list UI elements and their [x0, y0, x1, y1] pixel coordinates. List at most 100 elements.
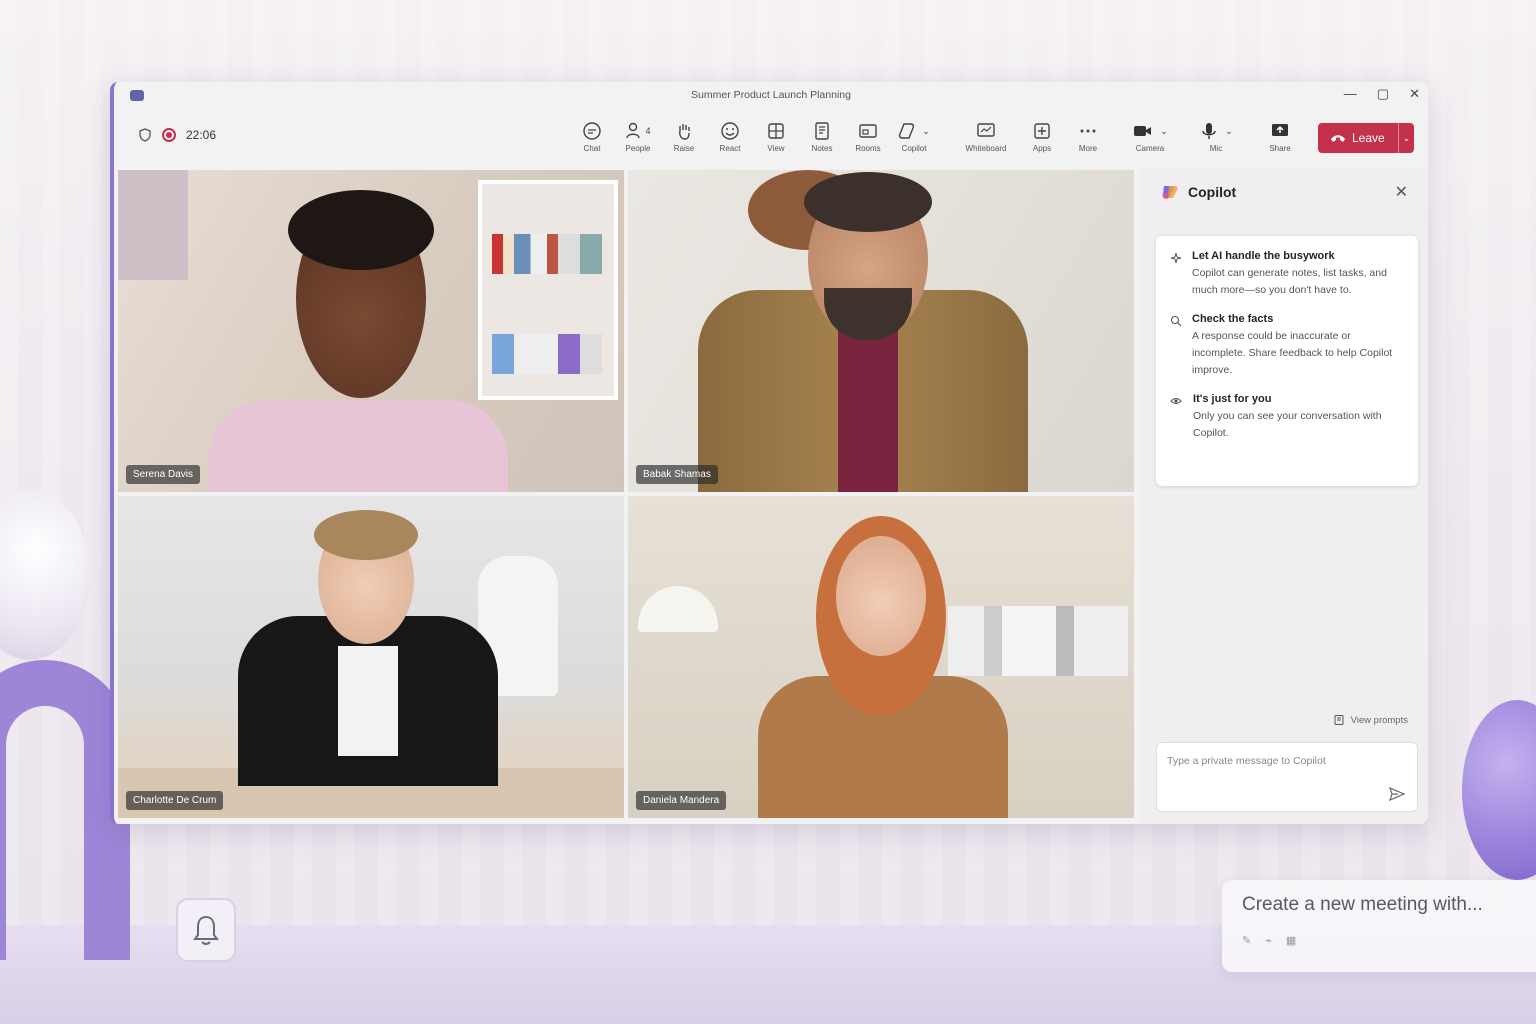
camera-dropdown-icon[interactable]: ⌄: [1160, 126, 1168, 137]
rooms-button[interactable]: Rooms: [844, 120, 892, 153]
person-hair: [314, 510, 418, 560]
people-button[interactable]: 4 People: [614, 120, 662, 153]
view-prompts-label: View prompts: [1350, 714, 1408, 726]
info-item-description: Only you can see your conversation with …: [1193, 410, 1382, 439]
mic-dropdown-icon[interactable]: ⌄: [1225, 126, 1233, 137]
lamp: [638, 586, 718, 632]
books: [492, 234, 602, 274]
copilot-icon: [899, 123, 915, 139]
whiteboard-label: Whiteboard: [965, 144, 1007, 153]
title-bar: Summer Product Launch Planning — ▢ ✕: [114, 82, 1428, 108]
leave-button[interactable]: Leave ⌄: [1318, 123, 1414, 153]
person-hair: [804, 172, 932, 232]
copilot-panel: Copilot ✕ Let AI handle the busywork Cop…: [1140, 168, 1428, 824]
participant-name: Charlotte De Crum: [126, 791, 224, 810]
rooms-icon: [859, 124, 877, 138]
chat-button[interactable]: Chat: [568, 120, 616, 153]
magnifier-icon: [1170, 315, 1182, 327]
copilot-info-item: Let AI handle the busywork Copilot can g…: [1170, 250, 1404, 299]
leave-dropdown-icon[interactable]: ⌄: [1398, 123, 1414, 153]
close-copilot-button[interactable]: ✕: [1395, 182, 1408, 202]
person-hair: [288, 190, 434, 270]
person-body: [208, 400, 508, 492]
maximize-button[interactable]: ▢: [1377, 86, 1389, 102]
meeting-toolbar: 22:06 Chat 4 People Raise React View Not…: [114, 114, 1428, 164]
close-window-button[interactable]: ✕: [1409, 86, 1420, 102]
info-item-description: A response could be inaccurate or incomp…: [1192, 330, 1393, 376]
shelf-items: [948, 606, 1128, 676]
participant-name: Babak Shamas: [636, 465, 718, 484]
recording-icon: [162, 128, 176, 142]
camera-button[interactable]: ⌄ Camera: [1126, 120, 1174, 153]
meeting-timer: 22:06: [186, 128, 217, 142]
leave-label: Leave: [1352, 131, 1385, 145]
hand-icon: [679, 124, 690, 140]
mic-label: Mic: [1209, 144, 1223, 153]
participant-name: Daniela Mandera: [636, 791, 727, 810]
copilot-button[interactable]: ⌄ Copilot: [890, 120, 938, 153]
teams-meeting-window: Summer Product Launch Planning — ▢ ✕ 22:…: [110, 82, 1428, 824]
whiteboard-icon: [977, 123, 995, 137]
info-item-title: Check the facts: [1192, 313, 1274, 325]
rooms-label: Rooms: [855, 144, 881, 153]
info-item-title: It's just for you: [1193, 393, 1272, 405]
copilot-logo-icon: [1162, 186, 1178, 199]
chat-label: Chat: [583, 144, 601, 153]
suggestion-card[interactable]: Create a new meeting with... ✎ ⌁ ▦: [1222, 880, 1536, 972]
video-tile[interactable]: Daniela Mandera: [628, 496, 1134, 818]
react-button[interactable]: React: [706, 120, 754, 153]
share-button[interactable]: Share: [1256, 120, 1304, 153]
apps-button[interactable]: Apps: [1018, 120, 1066, 153]
view-label: View: [767, 144, 785, 153]
view-prompts-button[interactable]: View prompts: [1333, 714, 1408, 726]
attach-icon: ⌁: [1265, 935, 1272, 947]
copilot-message-input[interactable]: Type a private message to Copilot: [1156, 742, 1418, 812]
view-button[interactable]: View: [752, 120, 800, 153]
video-tile[interactable]: Charlotte De Crum: [118, 496, 624, 818]
sparkle-icon: [1170, 252, 1182, 264]
video-tile[interactable]: Serena Davis: [118, 170, 624, 492]
hang-up-icon: [1331, 135, 1345, 142]
shield-icon[interactable]: [138, 128, 152, 142]
shelf-items: [492, 334, 602, 374]
grid-icon: ▦: [1285, 935, 1297, 947]
people-label: People: [625, 144, 651, 153]
copilot-info-item: Check the facts A response could be inac…: [1170, 313, 1404, 379]
mic-button[interactable]: ⌄ Mic: [1192, 120, 1240, 153]
smiley-icon: [721, 122, 739, 140]
notes-label: Notes: [811, 144, 833, 153]
apps-label: Apps: [1032, 144, 1052, 153]
whiteboard-button[interactable]: Whiteboard: [962, 120, 1010, 153]
person-shirt: [338, 646, 398, 756]
video-tile[interactable]: Babak Shamas: [628, 170, 1134, 492]
prompts-icon: [1334, 715, 1344, 725]
bell-icon: [193, 915, 219, 945]
minimize-button[interactable]: —: [1344, 86, 1357, 102]
notes-button[interactable]: Notes: [798, 120, 846, 153]
bookshelf: [478, 180, 618, 400]
notification-tile[interactable]: [176, 898, 236, 962]
send-icon[interactable]: [1389, 787, 1405, 801]
copilot-info-item: It's just for you Only you can see your …: [1170, 393, 1404, 442]
copilot-input-placeholder: Type a private message to Copilot: [1167, 755, 1326, 767]
person-head: [836, 536, 926, 656]
more-label: More: [1078, 144, 1098, 153]
people-icon: [626, 122, 641, 139]
participant-name: Serena Davis: [126, 465, 201, 484]
react-label: React: [719, 144, 741, 153]
copilot-label: Copilot: [901, 144, 927, 153]
more-button[interactable]: More: [1064, 120, 1112, 153]
people-count: 4: [645, 126, 651, 136]
wall-art: [118, 170, 188, 280]
camera-label: Camera: [1135, 144, 1165, 153]
info-item-description: Copilot can generate notes, list tasks, …: [1192, 267, 1387, 296]
window-title: Summer Product Launch Planning: [691, 89, 851, 101]
copilot-title: Copilot: [1188, 184, 1237, 200]
raise-hand-button[interactable]: Raise: [660, 120, 708, 153]
grid-view-icon: [768, 123, 784, 139]
person-shirt: [838, 320, 898, 492]
copilot-dropdown-icon[interactable]: ⌄: [922, 126, 930, 137]
chat-icon: [583, 122, 601, 140]
notes-icon: [815, 122, 829, 140]
raise-label: Raise: [673, 144, 695, 153]
